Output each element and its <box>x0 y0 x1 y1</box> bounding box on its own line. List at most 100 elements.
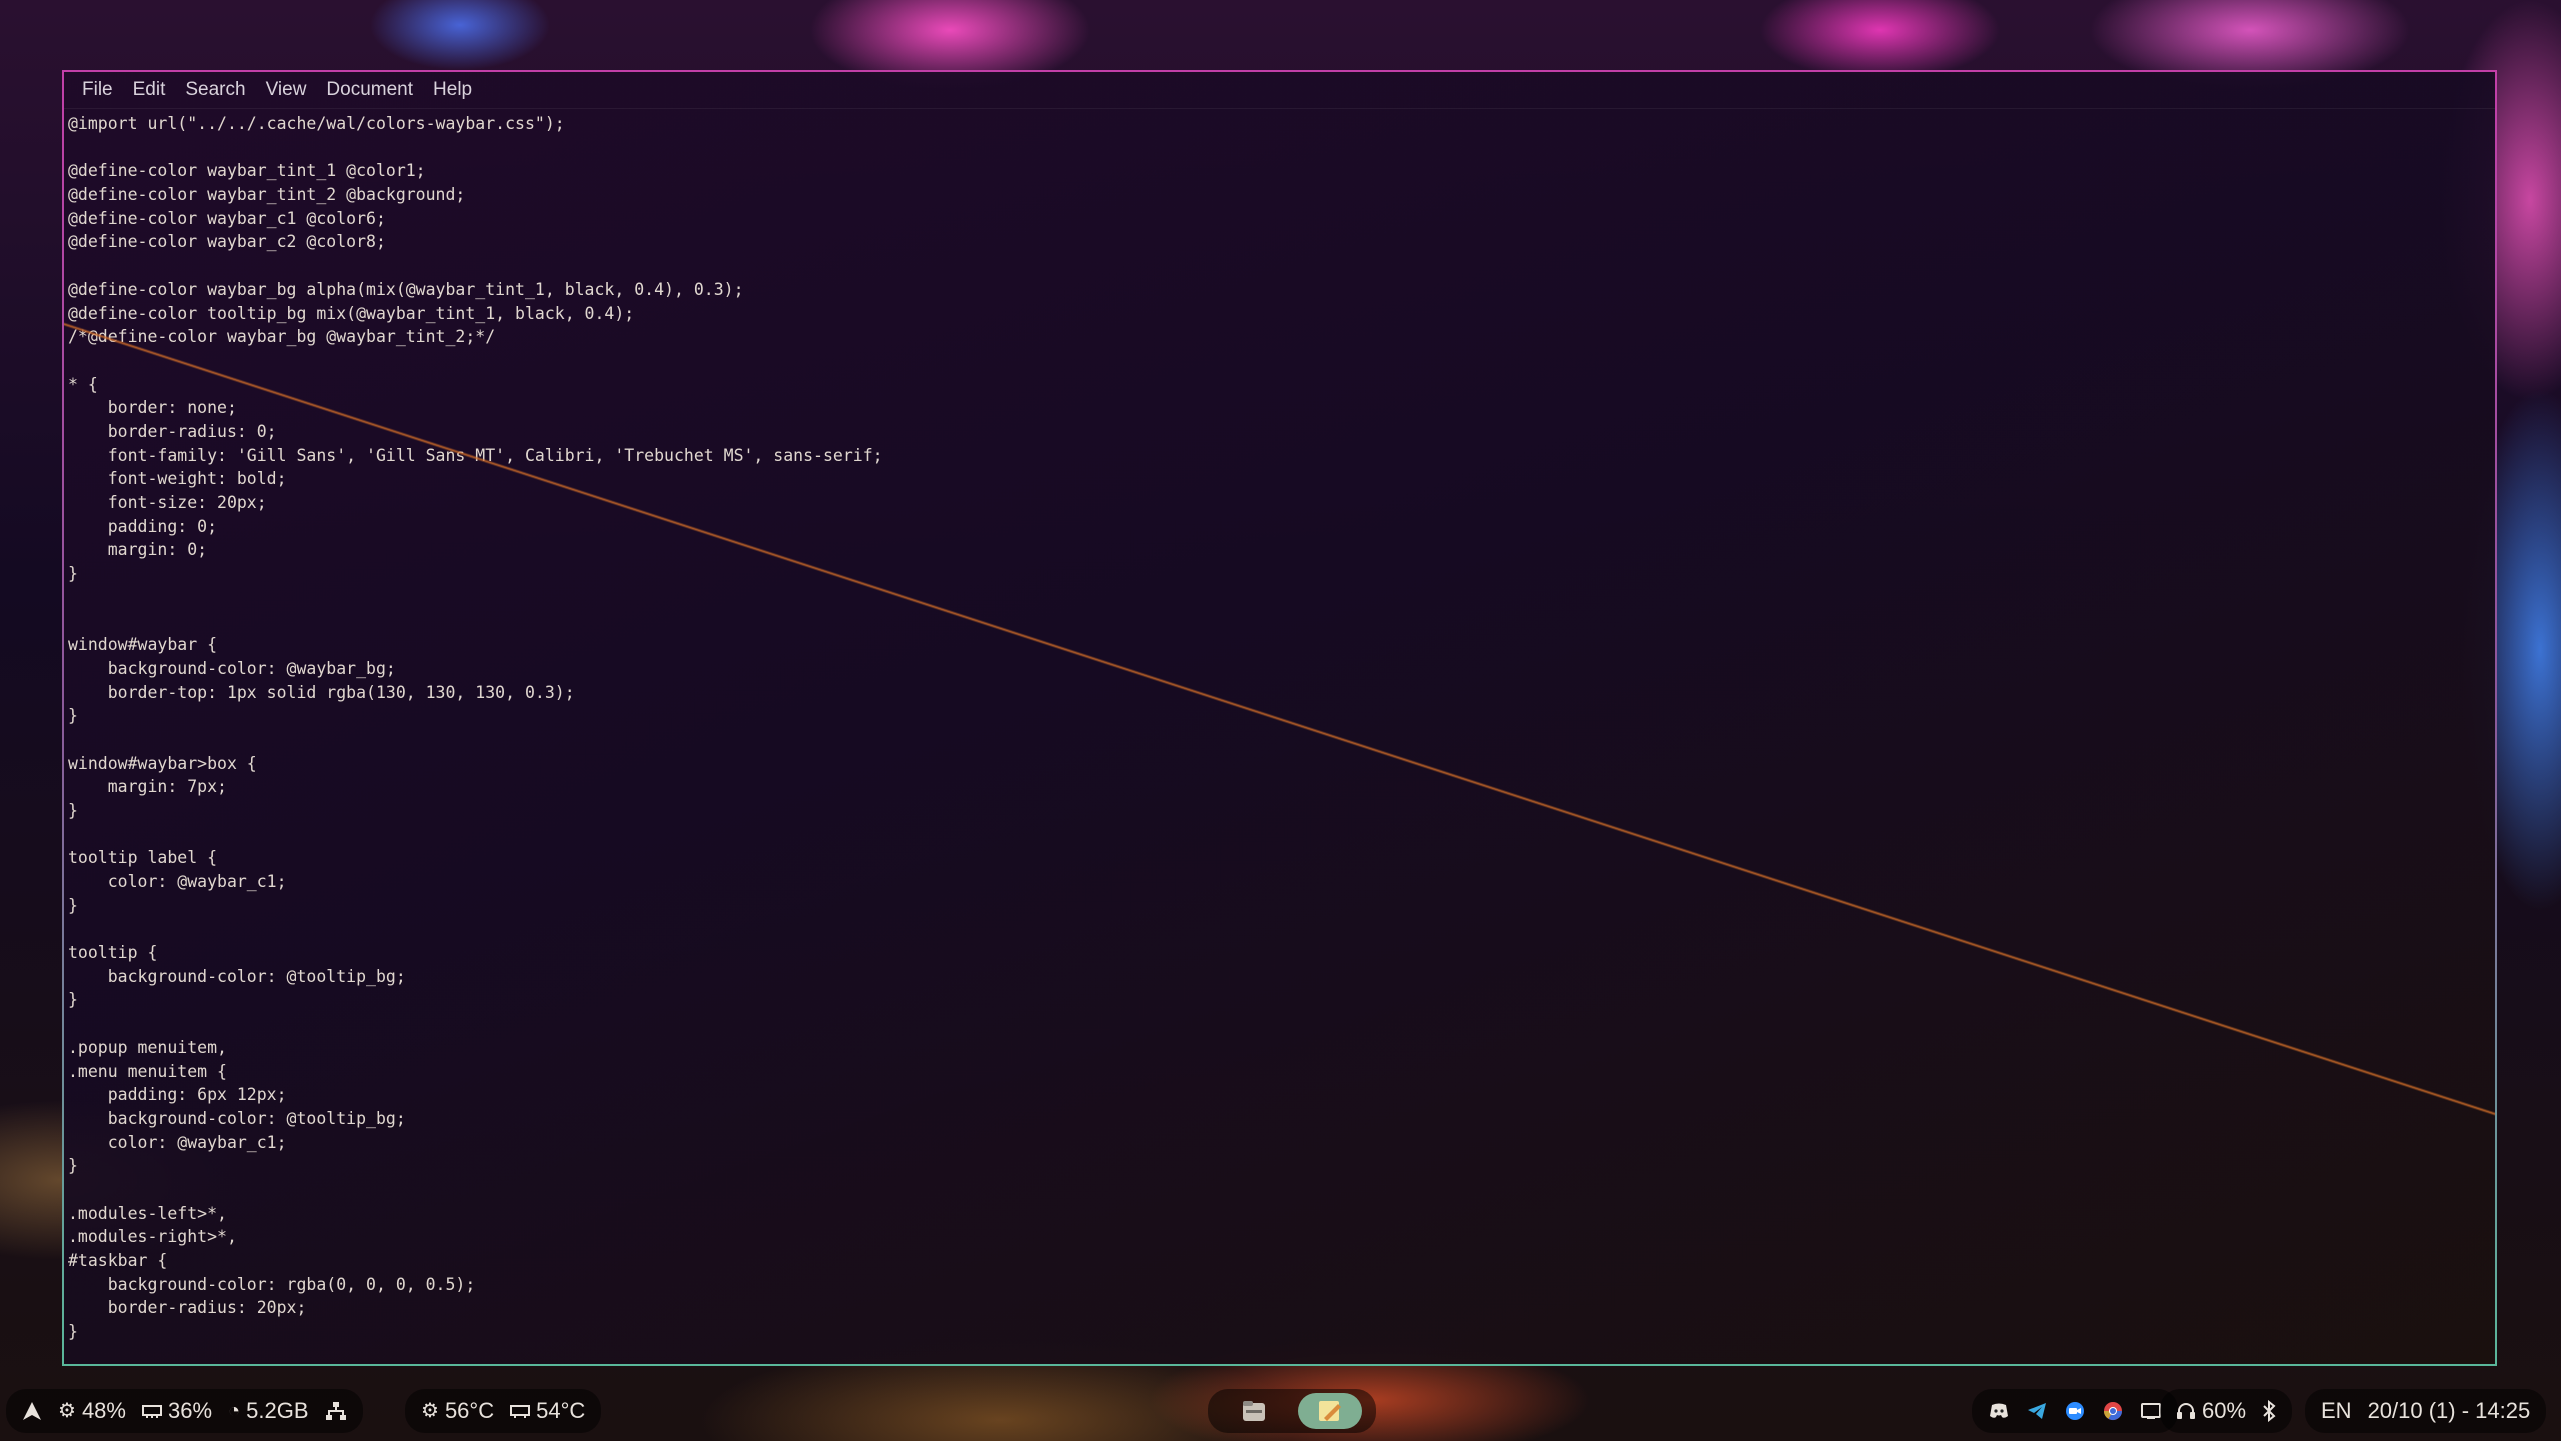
code-line: border-radius: 0; <box>68 421 277 441</box>
code-line: @define-color waybar_tint_1 @color1; <box>68 161 426 181</box>
code-text-area[interactable]: @import url("../../.cache/wal/colors-way… <box>68 112 2495 1364</box>
launcher[interactable] <box>22 1401 42 1421</box>
disk-module[interactable]: ◔ 5.2GB <box>228 1398 308 1424</box>
cpu-icon: ⚙ <box>58 1399 76 1422</box>
code-line: padding: 0; <box>68 516 218 536</box>
code-line: } <box>68 1322 78 1342</box>
waybar-status-bar: ⚙ 48% 36% ◔ 5.2GB ⚙ 56°C 54°C 60% EN 20/… <box>0 1380 2561 1441</box>
code-line: window#waybar { <box>68 635 218 655</box>
menu-view[interactable]: View <box>256 72 317 108</box>
clock[interactable]: 20/10 (1) - 14:25 <box>2368 1398 2531 1424</box>
code-line: background-color: rgba(0, 0, 0, 0.5); <box>68 1274 476 1294</box>
code-line: /*@define-color waybar_bg @waybar_tint_2… <box>68 327 496 347</box>
gpu-icon <box>510 1404 531 1418</box>
code-line: * { <box>68 374 98 394</box>
gpu-temp-module[interactable]: 54°C <box>510 1398 585 1424</box>
code-line: @import url("../../.cache/wal/colors-way… <box>68 114 565 133</box>
network-icon <box>325 1401 346 1420</box>
audio-bluetooth-module: 60% <box>2160 1388 2293 1433</box>
task-file-manager[interactable] <box>1222 1393 1286 1429</box>
menu-bar: File Edit Search View Document Help <box>64 72 2495 109</box>
task-text-editor[interactable] <box>1298 1392 1362 1429</box>
text-editor-icon <box>1319 1400 1341 1421</box>
volume-value: 60% <box>2202 1397 2247 1423</box>
menu-help[interactable]: Help <box>423 72 482 108</box>
code-line: .popup menuitem, <box>68 1037 227 1057</box>
code-line: } <box>68 564 78 584</box>
taskbar <box>1208 1388 1376 1433</box>
telegram-icon[interactable] <box>2026 1400 2048 1422</box>
code-line: @define-color tooltip_bg mix(@waybar_tin… <box>68 303 635 323</box>
code-line: } <box>68 990 78 1010</box>
memory-value: 36% <box>167 1397 213 1423</box>
code-line: window#waybar>box { <box>68 753 257 773</box>
code-line: font-size: 20px; <box>68 493 267 512</box>
code-line: margin: 7px; <box>68 777 227 797</box>
code-line: background-color: @tooltip_bg; <box>68 966 406 986</box>
text-editor-window[interactable]: File Edit Search View Document Help @imp… <box>62 70 2497 1366</box>
cpu-temp-icon: ⚙ <box>421 1399 439 1422</box>
zoom-icon[interactable] <box>2064 1400 2086 1422</box>
code-line: background-color: @waybar_bg; <box>68 658 396 678</box>
code-line: padding: 6px 12px; <box>68 1085 287 1105</box>
code-line: @define-color waybar_tint_2 @background; <box>68 185 466 205</box>
code-line: #taskbar { <box>68 1251 168 1270</box>
memory-icon <box>141 1404 162 1418</box>
headphones-icon <box>2177 1402 2195 1419</box>
cpu-temp-module[interactable]: ⚙ 56°C <box>421 1398 494 1424</box>
menu-edit[interactable]: Edit <box>123 72 176 108</box>
chrome-icon[interactable] <box>2102 1400 2124 1422</box>
temperature-modules: ⚙ 56°C 54°C <box>405 1388 602 1433</box>
bluetooth-icon <box>2263 1399 2276 1422</box>
code-line: } <box>68 706 78 726</box>
code-line: color: @waybar_c1; <box>68 1132 287 1152</box>
discord-icon[interactable] <box>1988 1400 2010 1422</box>
modules-left: ⚙ 48% 36% ◔ 5.2GB <box>6 1388 363 1433</box>
code-line: @define-color waybar_c2 @color8; <box>68 232 386 252</box>
code-line: tooltip { <box>68 943 158 963</box>
cpu-value: 48% <box>81 1397 126 1423</box>
code-line: .modules-right>*, <box>68 1227 237 1247</box>
code-line: } <box>68 895 78 915</box>
code-line: font-weight: bold; <box>68 469 287 489</box>
code-line: border-top: 1px solid rgba(130, 130, 130… <box>68 682 575 702</box>
tray-module <box>1972 1388 2178 1433</box>
network-module[interactable] <box>325 1401 347 1421</box>
menu-file[interactable]: File <box>72 72 123 108</box>
gpu-temp-value: 54°C <box>536 1397 586 1423</box>
memory-module[interactable]: 36% <box>141 1397 213 1424</box>
code-line: .modules-left>*, <box>68 1203 227 1223</box>
cpu-temp-value: 56°C <box>444 1397 495 1423</box>
disk-icon: ◔ <box>228 1399 241 1422</box>
code-line: @define-color waybar_bg alpha(mix(@wayba… <box>68 279 744 299</box>
cpu-module[interactable]: ⚙ 48% <box>58 1398 126 1424</box>
code-line: border: none; <box>68 398 237 418</box>
clock-module: EN 20/10 (1) - 14:25 <box>2305 1388 2547 1433</box>
code-line: font-family: 'Gill Sans', 'Gill Sans MT'… <box>68 445 883 465</box>
bluetooth-module[interactable] <box>2262 1399 2276 1422</box>
code-line: } <box>68 1156 78 1176</box>
menu-document[interactable]: Document <box>316 72 423 108</box>
file-manager-icon <box>1243 1400 1265 1421</box>
language-module[interactable]: EN <box>2321 1398 2352 1424</box>
code-line: tooltip label { <box>68 848 218 868</box>
code-line: background-color: @tooltip_bg; <box>68 1108 406 1128</box>
code-line: } <box>68 800 78 820</box>
code-line: color: @waybar_c1; <box>68 872 287 891</box>
volume-module[interactable]: 60% <box>2176 1398 2246 1424</box>
code-line: @define-color waybar_c1 @color6; <box>68 208 386 228</box>
menu-search[interactable]: Search <box>175 72 255 108</box>
code-line: .menu menuitem { <box>68 1061 227 1081</box>
code-line: border-radius: 20px; <box>68 1298 307 1318</box>
screen-icon[interactable] <box>2140 1400 2162 1422</box>
